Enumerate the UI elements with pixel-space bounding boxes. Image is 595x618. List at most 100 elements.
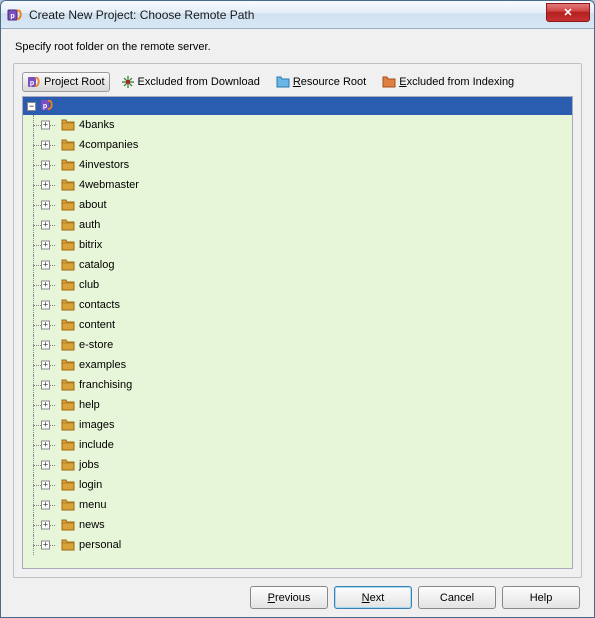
folder-icon xyxy=(61,379,75,391)
folder-icon xyxy=(61,299,75,311)
expand-icon[interactable]: + xyxy=(41,381,50,390)
next-button[interactable]: Next xyxy=(334,586,412,609)
excluded-indexing-icon xyxy=(382,75,396,89)
tree-row[interactable]: + images xyxy=(23,415,572,435)
folder-label: images xyxy=(79,419,114,431)
tree-row[interactable]: + 4investors xyxy=(23,155,572,175)
project-root-button[interactable]: p Project Root xyxy=(22,72,110,92)
folder-label: 4webmaster xyxy=(79,179,139,191)
tree-row[interactable]: + menu xyxy=(23,495,572,515)
folder-icon xyxy=(61,419,75,431)
expand-icon[interactable]: + xyxy=(41,221,50,230)
tree-row[interactable]: + franchising xyxy=(23,375,572,395)
next-button-label: Next xyxy=(362,592,385,604)
folder-label: menu xyxy=(79,499,107,511)
excluded-download-button[interactable]: Excluded from Download xyxy=(116,72,265,92)
expand-icon[interactable]: + xyxy=(41,441,50,450)
toolbar: p Project Root Excluded from Download xyxy=(22,72,573,92)
cancel-button[interactable]: Cancel xyxy=(418,586,496,609)
project-root-icon: p xyxy=(27,75,41,89)
svg-text:p: p xyxy=(10,13,14,20)
tree-row[interactable]: + contacts xyxy=(23,295,572,315)
expand-icon[interactable]: + xyxy=(41,481,50,490)
folder-icon xyxy=(61,339,75,351)
folder-icon xyxy=(61,519,75,531)
expand-icon[interactable]: + xyxy=(41,141,50,150)
tree-row[interactable]: + examples xyxy=(23,355,572,375)
excluded-download-icon xyxy=(121,75,135,89)
tree-row[interactable]: + bitrix xyxy=(23,235,572,255)
instruction-text: Specify root folder on the remote server… xyxy=(13,41,582,53)
cancel-button-label: Cancel xyxy=(440,592,474,604)
tree-row[interactable]: + 4companies xyxy=(23,135,572,155)
folder-label: auth xyxy=(79,219,100,231)
titlebar: p Create New Project: Choose Remote Path… xyxy=(1,1,594,29)
tree-row[interactable]: + help xyxy=(23,395,572,415)
folder-icon xyxy=(61,479,75,491)
window-title: Create New Project: Choose Remote Path xyxy=(29,8,254,22)
tree-row[interactable]: + include xyxy=(23,435,572,455)
expand-icon[interactable]: + xyxy=(41,461,50,470)
folder-label: about xyxy=(79,199,107,211)
excluded-indexing-label: Excluded from Indexing xyxy=(399,76,514,88)
folder-label: help xyxy=(79,399,100,411)
expand-icon[interactable]: + xyxy=(41,541,50,550)
folder-icon xyxy=(61,439,75,451)
tree-row[interactable]: + news xyxy=(23,515,572,535)
folder-icon xyxy=(61,179,75,191)
tree-row[interactable]: + content xyxy=(23,315,572,335)
folder-icon xyxy=(61,119,75,131)
folder-icon xyxy=(61,279,75,291)
expand-icon[interactable]: + xyxy=(41,501,50,510)
excluded-indexing-button[interactable]: Excluded from Indexing xyxy=(377,72,519,92)
tree-row[interactable]: + club xyxy=(23,275,572,295)
expand-icon[interactable]: + xyxy=(41,281,50,290)
expand-icon[interactable]: + xyxy=(41,321,50,330)
tree-row[interactable]: + auth xyxy=(23,215,572,235)
expand-icon[interactable]: + xyxy=(41,261,50,270)
folder-icon xyxy=(61,359,75,371)
help-button[interactable]: Help xyxy=(502,586,580,609)
remote-tree[interactable]: − p + 4banks + 4companies + xyxy=(22,96,573,569)
expand-icon[interactable]: + xyxy=(41,201,50,210)
expand-icon[interactable]: + xyxy=(41,181,50,190)
expand-icon[interactable]: + xyxy=(41,301,50,310)
folder-label: 4banks xyxy=(79,119,114,131)
expand-icon[interactable]: + xyxy=(41,401,50,410)
expand-icon[interactable]: + xyxy=(41,361,50,370)
folder-icon xyxy=(61,459,75,471)
main-panel: p Project Root Excluded from Download xyxy=(13,63,582,578)
folder-label: 4investors xyxy=(79,159,129,171)
folder-label: personal xyxy=(79,539,121,551)
expand-icon[interactable]: + xyxy=(41,161,50,170)
close-icon: ✕ xyxy=(563,6,572,19)
resource-root-icon xyxy=(276,75,290,89)
folder-label: bitrix xyxy=(79,239,102,251)
tree-row[interactable]: + e-store xyxy=(23,335,572,355)
folder-label: e-store xyxy=(79,339,113,351)
tree-row[interactable]: + 4webmaster xyxy=(23,175,572,195)
expand-icon[interactable]: + xyxy=(41,341,50,350)
resource-root-button[interactable]: Resource Root xyxy=(271,72,371,92)
tree-root-row[interactable]: − p xyxy=(23,97,572,115)
tree-row[interactable]: + 4banks xyxy=(23,115,572,135)
folder-icon xyxy=(61,159,75,171)
folder-label: contacts xyxy=(79,299,120,311)
tree-row[interactable]: + personal xyxy=(23,535,572,555)
collapse-icon[interactable]: − xyxy=(27,102,36,111)
tree-row[interactable]: + about xyxy=(23,195,572,215)
svg-text:p: p xyxy=(30,80,34,87)
expand-icon[interactable]: + xyxy=(41,121,50,130)
tree-row[interactable]: + catalog xyxy=(23,255,572,275)
tree-children: + 4banks + 4companies + 4investors + 4we… xyxy=(23,115,572,555)
expand-icon[interactable]: + xyxy=(41,421,50,430)
close-button[interactable]: ✕ xyxy=(546,3,590,22)
expand-icon[interactable]: + xyxy=(41,521,50,530)
expand-icon[interactable]: + xyxy=(41,241,50,250)
tree-row[interactable]: + jobs xyxy=(23,455,572,475)
previous-button[interactable]: Previous xyxy=(250,586,328,609)
tree-row[interactable]: + login xyxy=(23,475,572,495)
folder-icon xyxy=(61,399,75,411)
folder-icon xyxy=(61,259,75,271)
folder-icon xyxy=(61,539,75,551)
